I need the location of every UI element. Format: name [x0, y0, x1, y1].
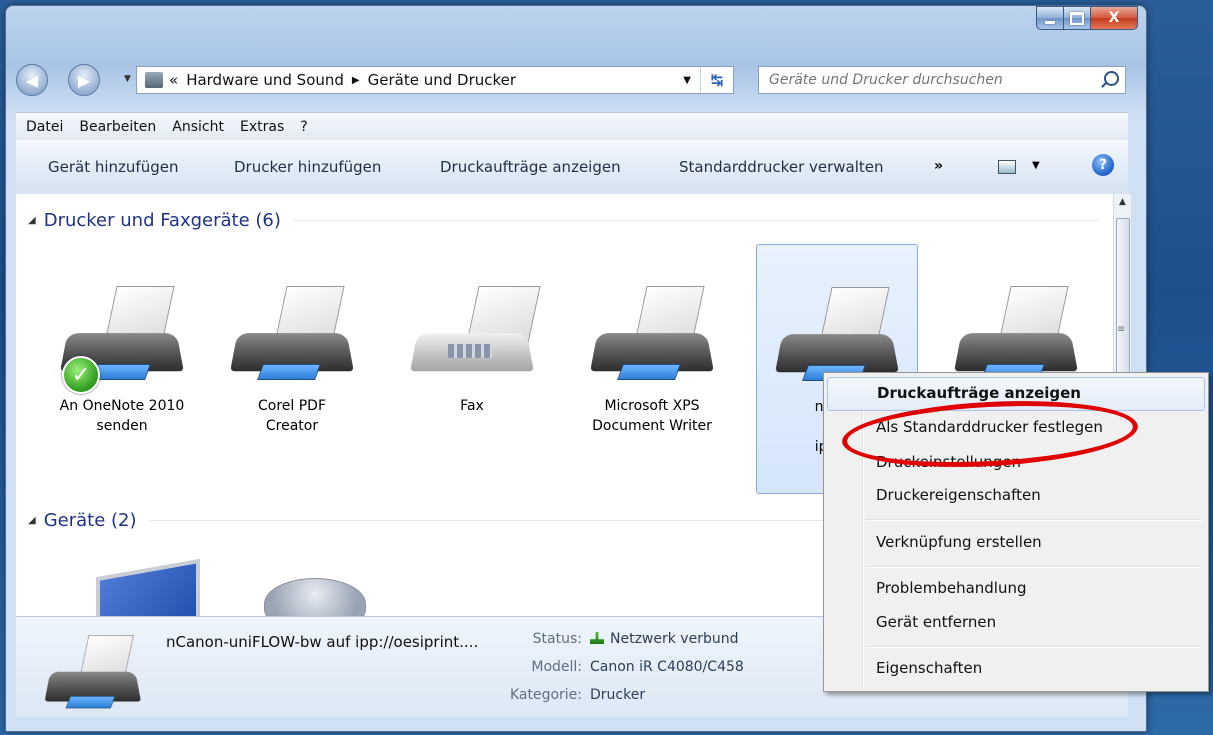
device-label: Document Writer [592, 418, 712, 434]
collapse-arrow-icon[interactable]: ◢ [28, 515, 36, 526]
menu-properties[interactable]: Eigenschaften [824, 653, 1208, 685]
address-dropdown-icon[interactable]: ▼ [683, 75, 691, 86]
menu-set-default-printer[interactable]: Als Standarddrucker festlegen [824, 412, 1208, 444]
selected-printer-icon [44, 635, 142, 721]
menu-item-label: Als Standarddrucker festlegen [876, 418, 1103, 436]
network-status-icon [590, 632, 604, 644]
model-value: Canon iR C4080/C458 [590, 659, 744, 675]
address-bar[interactable]: « Hardware und Sound ▶ Geräte und Drucke… [136, 66, 734, 94]
forward-button[interactable]: ▶ [68, 64, 100, 96]
menu-remove-device[interactable]: Gerät entfernen [824, 607, 1208, 639]
refresh-icon: ↹ [710, 71, 724, 89]
menu-item-label: Druckeinstellungen [876, 453, 1022, 471]
search-input[interactable] [759, 71, 1091, 89]
menu-show-print-jobs[interactable]: Druckaufträge anzeigen [827, 377, 1205, 411]
category-key: Kategorie: [509, 687, 582, 703]
menu-troubleshoot[interactable]: Problembehandlung [824, 573, 1208, 605]
close-icon: X [1108, 10, 1120, 26]
more-commands-button[interactable]: » [934, 158, 943, 174]
printers-group-header[interactable]: ◢ Drucker und Faxgeräte (6) [28, 210, 1098, 231]
collapse-arrow-icon[interactable]: ◢ [28, 215, 36, 226]
mouse-icon[interactable] [264, 578, 366, 616]
back-button[interactable]: ◀ [16, 64, 48, 96]
status-text: Netzwerk verbund [610, 631, 739, 647]
menu-datei[interactable]: Datei [26, 119, 63, 135]
menu-item-label: Gerät entfernen [876, 613, 997, 631]
navigation-row: ◀ ▶ ▼ « Hardware und Sound ▶ Geräte und … [16, 64, 1126, 98]
menu-ansicht[interactable]: Ansicht [172, 119, 224, 135]
menu-separator [866, 519, 1202, 521]
device-xps-writer[interactable]: Microsoft XPS Document Writer [572, 286, 732, 436]
command-bar: Gerät hinzufügen Drucker hinzufügen Druc… [16, 140, 1128, 195]
menu-printing-preferences[interactable]: Druckeinstellungen [824, 447, 1208, 479]
device-onenote[interactable]: ✓ An OneNote 2010 senden [42, 286, 202, 436]
menu-bearbeiten[interactable]: Bearbeiten [79, 119, 156, 135]
menu-extras[interactable]: Extras [240, 119, 284, 135]
printer-icon: ✓ [60, 286, 184, 396]
category-value: Drucker [590, 687, 646, 703]
group-divider [292, 220, 1098, 221]
refresh-button[interactable]: ↹ [700, 67, 733, 93]
devices-group-title: Geräte (2) [43, 510, 137, 531]
device-fax[interactable]: Fax [392, 286, 552, 416]
window-controls: X [1036, 6, 1138, 30]
scroll-up-icon[interactable]: ▲ [1114, 194, 1131, 211]
device-label: senden [96, 418, 148, 434]
printer-icon [590, 286, 714, 396]
close-button[interactable]: X [1091, 6, 1138, 30]
printer-context-menu: Druckaufträge anzeigen Als Standarddruck… [823, 372, 1209, 692]
menu-item-label: Verknüpfung erstellen [876, 533, 1042, 551]
breadcrumb-hardware-sound[interactable]: Hardware und Sound [186, 71, 344, 89]
selected-device-name: nCanon-uniFLOW-bw auf ipp://oesiprint...… [166, 633, 479, 651]
show-print-jobs-button[interactable]: Druckaufträge anzeigen [440, 158, 621, 176]
breadcrumb-separator-icon[interactable]: ▶ [352, 75, 360, 86]
menu-item-label: Druckaufträge anzeigen [877, 384, 1081, 402]
printer-icon [230, 286, 354, 396]
view-dropdown-icon[interactable]: ▼ [1032, 160, 1040, 171]
devices-folder-icon [145, 72, 163, 88]
breadcrumb-overflow[interactable]: « [169, 71, 178, 89]
menu-printer-properties[interactable]: Druckereigenschaften [824, 480, 1208, 512]
forward-arrow-icon: ▶ [77, 70, 91, 90]
monitor-icon[interactable] [96, 558, 200, 616]
printers-group-title: Drucker und Faxgeräte (6) [43, 210, 281, 231]
device-label: Creator [265, 418, 319, 434]
menu-create-shortcut[interactable]: Verknüpfung erstellen [824, 527, 1208, 559]
add-device-button[interactable]: Gerät hinzufügen [48, 158, 178, 176]
search-icon[interactable] [1104, 71, 1119, 86]
help-icon[interactable]: ? [1092, 154, 1114, 176]
search-box[interactable] [758, 66, 1126, 94]
fax-icon [410, 286, 541, 396]
status-key: Status: [532, 631, 582, 647]
maximize-button[interactable] [1064, 6, 1091, 30]
recent-pages-dropdown[interactable]: ▼ [124, 74, 131, 84]
device-corel-pdf[interactable]: Corel PDF Creator [212, 286, 372, 436]
add-printer-button[interactable]: Drucker hinzufügen [234, 158, 381, 176]
device-label: Fax [460, 398, 484, 414]
menu-separator [866, 566, 1202, 568]
device-label: Corel PDF [257, 398, 327, 414]
back-arrow-icon: ◀ [25, 70, 39, 90]
menu-bar: Datei Bearbeiten Ansicht Extras ? [16, 112, 1128, 141]
menu-help[interactable]: ? [300, 119, 307, 135]
minimize-button[interactable] [1036, 6, 1064, 30]
menu-item-label: Problembehandlung [876, 579, 1027, 597]
device-label: An OneNote 2010 [59, 398, 185, 414]
manage-default-printers-button[interactable]: Standarddrucker verwalten [679, 158, 884, 176]
minimize-icon [1045, 20, 1055, 24]
menu-item-label: Druckereigenschaften [876, 486, 1041, 504]
model-key: Modell: [531, 659, 582, 675]
device-label: Microsoft XPS [604, 398, 700, 414]
status-value: Netzwerk verbund [590, 631, 738, 647]
maximize-icon [1070, 11, 1084, 25]
menu-item-label: Eigenschaften [876, 659, 983, 677]
menu-separator [866, 646, 1202, 648]
breadcrumb-devices-printers[interactable]: Geräte und Drucker [368, 71, 516, 89]
change-view-icon[interactable] [998, 160, 1016, 174]
scroll-grip-icon: ≡ [1117, 324, 1126, 335]
default-printer-check-icon: ✓ [62, 356, 100, 394]
